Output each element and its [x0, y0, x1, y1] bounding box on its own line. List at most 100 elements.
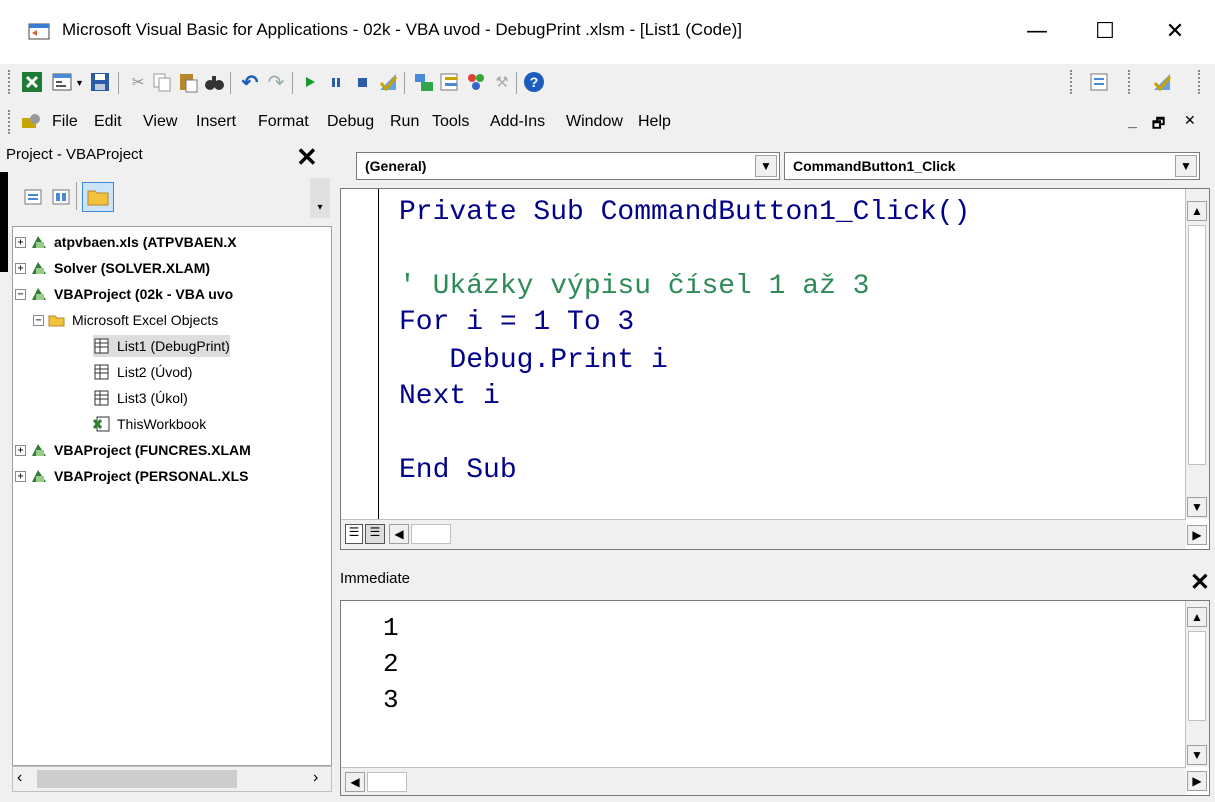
object-browser-icon[interactable] — [464, 70, 488, 94]
properties-window-icon[interactable] — [438, 70, 462, 94]
menubar-grip[interactable] — [8, 110, 12, 134]
design-mode-icon[interactable] — [376, 70, 400, 94]
paste-icon[interactable] — [176, 70, 200, 94]
scroll-down-icon[interactable]: ▼ — [1187, 497, 1207, 517]
insert-userform-icon[interactable] — [50, 70, 74, 94]
menu-window[interactable]: Window — [566, 113, 623, 131]
scroll-up-icon[interactable]: ▲ — [1187, 607, 1207, 627]
immediate-output-line[interactable]: 3 — [383, 685, 399, 715]
expand-icon[interactable]: + — [15, 444, 26, 456]
scroll-left-icon[interactable]: ◀ — [345, 772, 365, 792]
menu-view[interactable]: View — [143, 113, 177, 131]
mdi-minimize-button[interactable]: _ — [1128, 113, 1137, 131]
toolbar-grip[interactable] — [1198, 70, 1202, 94]
expand-icon[interactable]: + — [15, 236, 26, 248]
debug-toolbar-icon[interactable] — [1150, 70, 1174, 94]
code-line[interactable]: Next i — [399, 381, 500, 412]
toggle-folders-icon[interactable] — [82, 182, 114, 212]
code-line[interactable]: For i = 1 To 3 — [399, 307, 634, 338]
menu-help[interactable]: Help — [638, 113, 671, 131]
break-icon[interactable] — [324, 70, 348, 94]
code-comment-line[interactable]: ' Ukázky výpisu čísel 1 až 3 — [399, 271, 869, 302]
code-line[interactable]: Debug.Print i — [399, 345, 667, 376]
edit-toolbar-icon[interactable] — [1088, 70, 1112, 94]
maximize-button[interactable]: ☐ — [1082, 12, 1128, 52]
tree-node-thisworkbook[interactable]: ThisWorkbook — [93, 413, 206, 435]
tree-node-solver[interactable]: + Solver (SOLVER.XLAM) — [15, 257, 210, 279]
immediate-window-close-button[interactable]: ✕ — [1190, 568, 1210, 597]
view-object-icon[interactable] — [50, 186, 72, 208]
minimize-button[interactable]: — — [1014, 12, 1060, 52]
project-explorer-close-button[interactable]: ✕ — [296, 143, 318, 171]
find-icon[interactable] — [202, 70, 226, 94]
tree-node-list1[interactable]: List1 (DebugPrint) — [93, 335, 230, 357]
mdi-restore-button[interactable]: 🗗 — [1152, 113, 1165, 137]
immediate-horizontal-scrollbar[interactable]: ◀ — [341, 767, 1186, 795]
run-icon[interactable] — [298, 70, 322, 94]
toolbar-overflow-icon[interactable]: ▾ — [310, 178, 330, 218]
procedure-view-icon[interactable]: ☰ — [345, 524, 363, 544]
toolbar-grip[interactable] — [1070, 70, 1074, 94]
copy-icon[interactable] — [150, 70, 174, 94]
toolbar-grip[interactable] — [1128, 70, 1132, 94]
code-margin-indicator-bar[interactable] — [341, 189, 379, 519]
mdi-close-button[interactable]: ✕ — [1184, 113, 1196, 129]
tree-node-list3[interactable]: List3 (Úkol) — [93, 387, 188, 409]
reset-icon[interactable] — [350, 70, 374, 94]
menu-format[interactable]: Format — [258, 113, 309, 131]
menu-edit[interactable]: Edit — [94, 113, 122, 131]
expand-icon[interactable]: + — [15, 262, 26, 274]
chevron-down-icon[interactable]: ▼ — [755, 155, 777, 177]
object-combo[interactable]: (General) ▼ — [356, 152, 780, 180]
collapse-icon[interactable]: − — [15, 288, 26, 300]
expand-icon[interactable]: + — [15, 470, 26, 482]
scroll-thumb[interactable] — [367, 772, 407, 792]
menu-file[interactable]: File — [52, 113, 78, 131]
menu-addins[interactable]: Add-Ins — [490, 113, 545, 131]
code-line[interactable]: Private Sub CommandButton1_Click() — [399, 197, 970, 228]
tree-node-funcres[interactable]: + VBAProject (FUNCRES.XLAM — [15, 439, 251, 461]
help-icon[interactable]: ? — [522, 70, 546, 94]
view-excel-icon[interactable] — [20, 70, 44, 94]
save-icon[interactable] — [88, 70, 112, 94]
scroll-left-icon[interactable]: ◀ — [389, 524, 409, 544]
dropdown-arrow-icon[interactable]: ▼ — [75, 78, 84, 88]
immediate-output-line[interactable]: 2 — [383, 649, 399, 679]
menu-debug[interactable]: Debug — [327, 113, 374, 131]
view-code-icon[interactable] — [22, 186, 44, 208]
scroll-thumb[interactable] — [411, 524, 451, 544]
scroll-right-icon[interactable]: ▶ — [1187, 771, 1207, 791]
vbe-menu-icon[interactable] — [20, 112, 42, 132]
cut-icon[interactable]: ✂ — [126, 70, 150, 94]
scroll-right-icon[interactable]: › — [313, 769, 318, 787]
code-editor[interactable]: Private Sub CommandButton1_Click() ' Uká… — [340, 188, 1210, 550]
immediate-vertical-scrollbar[interactable]: ▲ ▼ — [1185, 601, 1209, 767]
toolbar-grip[interactable] — [8, 70, 12, 94]
immediate-window[interactable]: 1 2 3 ▲ ▼ ◀ ▶ — [340, 600, 1210, 796]
close-window-button[interactable]: ✕ — [1152, 12, 1198, 52]
collapse-icon[interactable]: − — [33, 314, 44, 326]
immediate-output-line[interactable]: 1 — [383, 613, 399, 643]
redo-icon[interactable]: ↷ — [264, 70, 288, 94]
scroll-thumb[interactable] — [37, 770, 237, 788]
procedure-combo[interactable]: CommandButton1_Click ▼ — [784, 152, 1200, 180]
tree-node-excel-objects[interactable]: − Microsoft Excel Objects — [33, 309, 218, 331]
scroll-left-icon[interactable]: ‹ — [17, 769, 22, 787]
tree-node-list2[interactable]: List2 (Úvod) — [93, 361, 192, 383]
scroll-down-icon[interactable]: ▼ — [1187, 745, 1207, 765]
toolbox-icon[interactable]: ⚒ — [490, 70, 514, 94]
code-vertical-scrollbar[interactable]: ▲ ▼ — [1185, 189, 1209, 519]
full-module-view-icon[interactable]: ☰ — [365, 524, 385, 544]
tree-node-vbaproject-02k[interactable]: − VBAProject (02k - VBA uvo — [15, 283, 233, 305]
menu-run[interactable]: Run — [390, 113, 419, 131]
code-line[interactable]: End Sub — [399, 455, 517, 486]
panel-splitter[interactable] — [0, 172, 8, 272]
scroll-right-icon[interactable]: ▶ — [1187, 525, 1207, 545]
scroll-thumb[interactable] — [1188, 225, 1206, 465]
project-horizontal-scrollbar[interactable]: ‹ › — [12, 766, 332, 792]
project-explorer-icon[interactable] — [412, 70, 436, 94]
scroll-thumb[interactable] — [1188, 631, 1206, 721]
menu-tools[interactable]: Tools — [432, 113, 469, 131]
undo-icon[interactable]: ↶ — [238, 70, 262, 94]
tree-node-atpvbaen[interactable]: + atpvbaen.xls (ATPVBAEN.X — [15, 231, 237, 253]
